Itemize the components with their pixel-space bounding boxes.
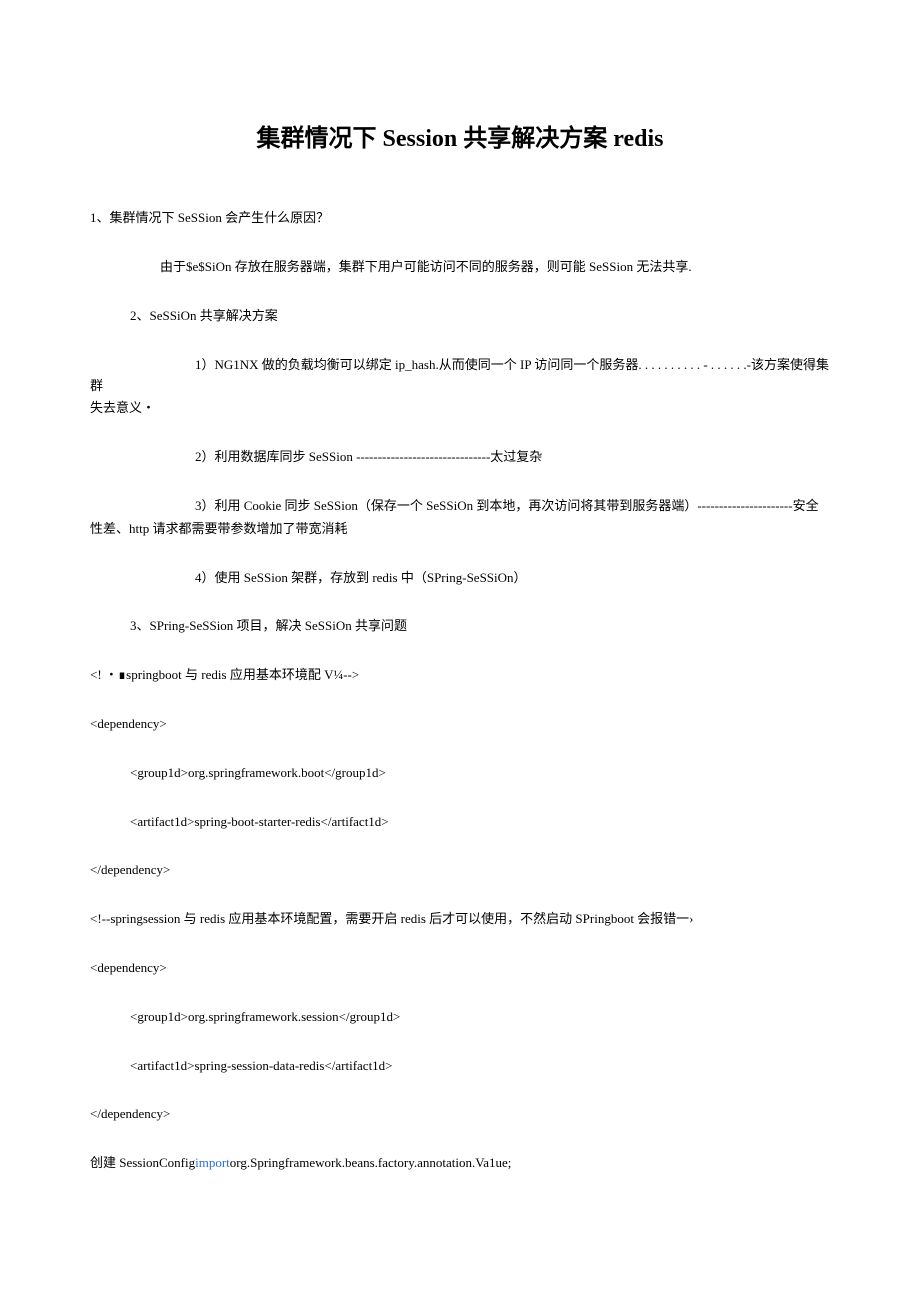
solution-1: 1）NG1NX 做的负载均衡可以绑定 ip_hash.从而使同一个 IP 访问同… xyxy=(90,355,830,397)
code-create-c: org.Springframework.beans.factory.annota… xyxy=(230,1155,512,1170)
solution-3-line-a: 3）利用 Cookie 同步 SeSSion（保存一个 SeSSiOn 到本地，… xyxy=(195,498,819,513)
heading-2: 2、SeSSiOn 共享解决方案 xyxy=(130,306,830,327)
code-create-a: 创建 SessionConfig xyxy=(90,1155,195,1170)
code-dep-close-1: </dependency> xyxy=(90,860,830,881)
code-comment-1: <! ・∎springboot 与 redis 应用基本环境配 V¼--> xyxy=(90,665,830,686)
code-create-session: 创建 SessionConfigimportorg.Springframewor… xyxy=(90,1153,830,1174)
question-1: 1、集群情况下 SeSSion 会产生什么原因？ xyxy=(90,208,830,229)
code-group-1: <group1d>org.springframework.boot</group… xyxy=(130,763,830,784)
solution-1-line-a: 1）NG1NX 做的负载均衡可以绑定 ip_hash.从而使同一个 IP 访问同… xyxy=(90,357,829,393)
code-dep-close-2: </dependency> xyxy=(90,1104,830,1125)
code-dep-open-1: <dependency> xyxy=(90,714,830,735)
solution-3-line-b: 性差、http 请求都需要带参数增加了带宽消耗 xyxy=(90,519,830,540)
solution-2: 2）利用数据库同步 SeSSion ----------------------… xyxy=(195,447,830,468)
code-artifact-1: <artifact1d>spring-boot-starter-redis</a… xyxy=(130,812,830,833)
answer-1: 由于$e$SiOn 存放在服务器端，集群下用户可能访问不同的服务器，则可能 Se… xyxy=(160,257,830,278)
code-group-2: <group1d>org.springframework.session</gr… xyxy=(130,1007,830,1028)
code-dep-open-2: <dependency> xyxy=(90,958,830,979)
heading-3: 3、SPring-SeSSion 项目，解决 SeSSiOn 共享问题 xyxy=(130,616,830,637)
document-page: 集群情况下 Session 共享解决方案 redis 1、集群情况下 SeSSi… xyxy=(0,0,920,1282)
title-text-2: Session xyxy=(383,126,458,152)
title-text-4: redis xyxy=(613,126,663,152)
code-comment-2: <!--springsession 与 redis 应用基本环境配置，需要开启 … xyxy=(90,909,830,930)
document-title: 集群情况下 Session 共享解决方案 redis xyxy=(90,120,830,158)
title-text-1: 集群情况下 xyxy=(257,126,383,152)
solution-3: 3）利用 Cookie 同步 SeSSion（保存一个 SeSSiOn 到本地，… xyxy=(90,496,830,517)
title-text-3: 共享解决方案 xyxy=(457,126,613,152)
code-artifact-2: <artifact1d>spring-session-data-redis</a… xyxy=(130,1056,830,1077)
solution-4: 4）使用 SeSSion 架群，存放到 redis 中（SPring-SeSSi… xyxy=(195,568,830,589)
import-keyword: import xyxy=(195,1155,230,1170)
solution-1-line-b: 失去意义・ xyxy=(90,398,830,419)
